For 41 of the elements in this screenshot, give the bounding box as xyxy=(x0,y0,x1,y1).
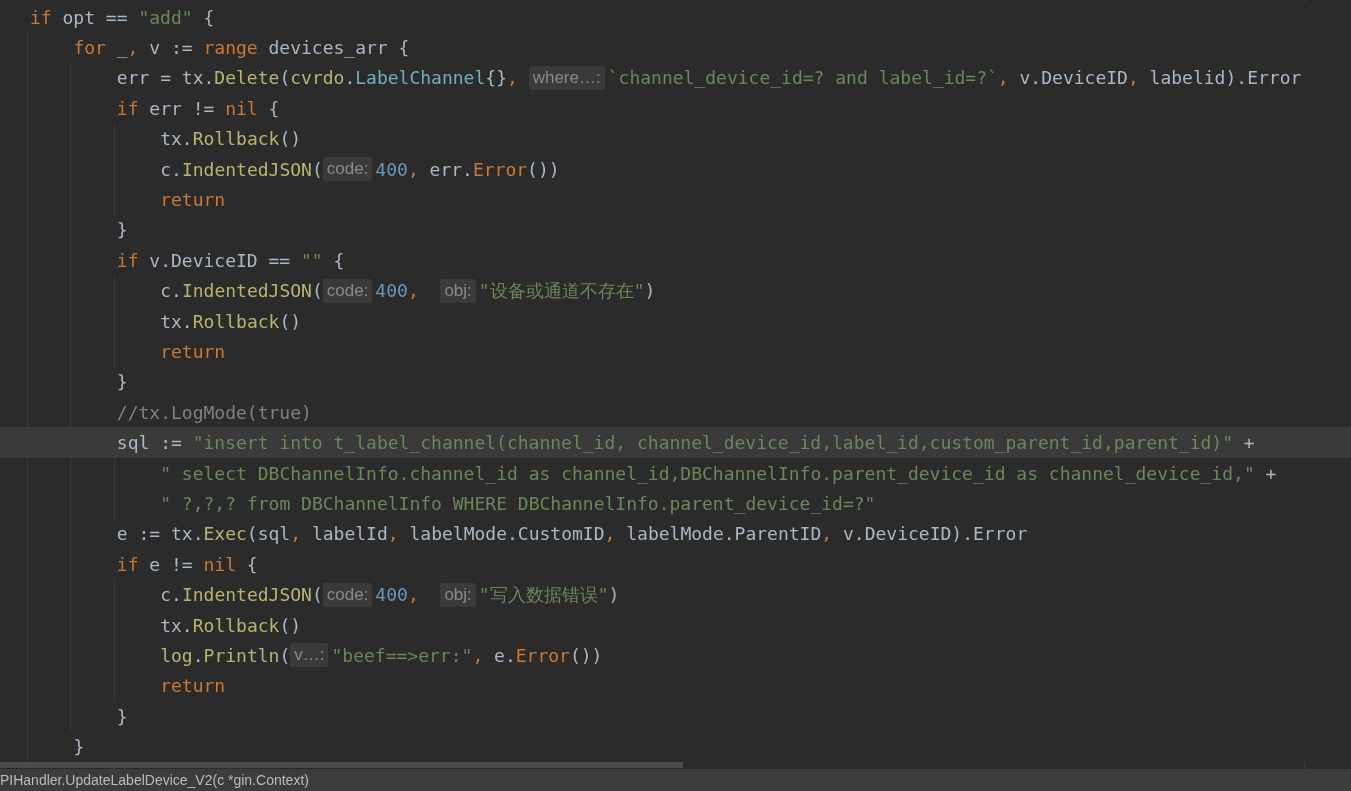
code-text: } xyxy=(116,371,128,393)
code-text: " select DBChannelInfo.channel_id as channel_id,DBChannelInfo.parent_device_id as channel_device_id," + xyxy=(160,462,1277,484)
code-text: " ?,?,? from DBChannelInfo WHERE DBChannelInfo.parent_device_id=?" xyxy=(160,492,876,514)
code-text: tx.Rollback() xyxy=(160,614,302,636)
code-text: log.Println( xyxy=(160,644,291,666)
code-text: c.IndentedJSON( xyxy=(160,158,323,180)
code-comment: //tx.LogMode(true) xyxy=(116,401,312,423)
code-text: if err != nil { xyxy=(116,97,280,119)
code-text: } xyxy=(116,705,128,727)
code-text: 400, err.Error()) xyxy=(375,158,560,180)
code-text: "beef==>err:", e.Error()) xyxy=(331,644,603,666)
code-text: return xyxy=(160,675,226,697)
parameter-hint: code: xyxy=(322,157,373,182)
code-text: tx.Rollback() xyxy=(160,128,302,150)
code-text: } xyxy=(73,736,85,758)
code-text: for _, v := range devices_arr { xyxy=(73,37,410,59)
code-text: "设备或通道不存在") xyxy=(478,278,656,303)
code-text: if v.DeviceID == "" { xyxy=(116,249,345,271)
code-text: tx.Rollback() xyxy=(160,310,302,332)
code-text: c.IndentedJSON( xyxy=(160,280,323,302)
code-text: 400, xyxy=(375,280,420,302)
horizontal-scrollbar[interactable] xyxy=(0,762,683,768)
code-text: 400, xyxy=(375,584,420,606)
parameter-hint: code: xyxy=(322,582,373,607)
code-text: e := tx.Exec(sql, labelId, labelMode.CustomID, labelMode.ParentID, v.DeviceID).Error xyxy=(116,523,1028,545)
code-text: c.IndentedJSON( xyxy=(160,584,323,606)
parameter-hint: code: xyxy=(322,278,373,303)
parameter-hint: v…: xyxy=(290,643,329,668)
code-text: if opt == "add" { xyxy=(30,6,215,28)
code-text: `channel_device_id=? and label_id=?`, v.DeviceID, labelid).Error xyxy=(607,67,1302,89)
code-text: "写入数据错误") xyxy=(478,582,620,607)
code-text: return xyxy=(160,341,226,362)
code-text: return xyxy=(160,189,226,211)
code-text: } xyxy=(116,219,128,241)
parameter-hint: obj: xyxy=(440,278,476,303)
code-text: sql := "insert into t_label_channel(channel_id, channel_device_id,label_id,custom_parent_id,parent_id)" + xyxy=(116,432,1255,454)
breadcrumb-text[interactable]: PIHandler.UpdateLabelDevice_V2(c *gin.Context) xyxy=(0,772,309,788)
code-text: err = tx.Delete(cvrdo.LabelChannel{}, xyxy=(116,67,519,89)
code-text: if e != nil { xyxy=(116,553,258,575)
parameter-hint: obj: xyxy=(440,582,476,607)
parameter-hint: where…: xyxy=(528,65,605,90)
